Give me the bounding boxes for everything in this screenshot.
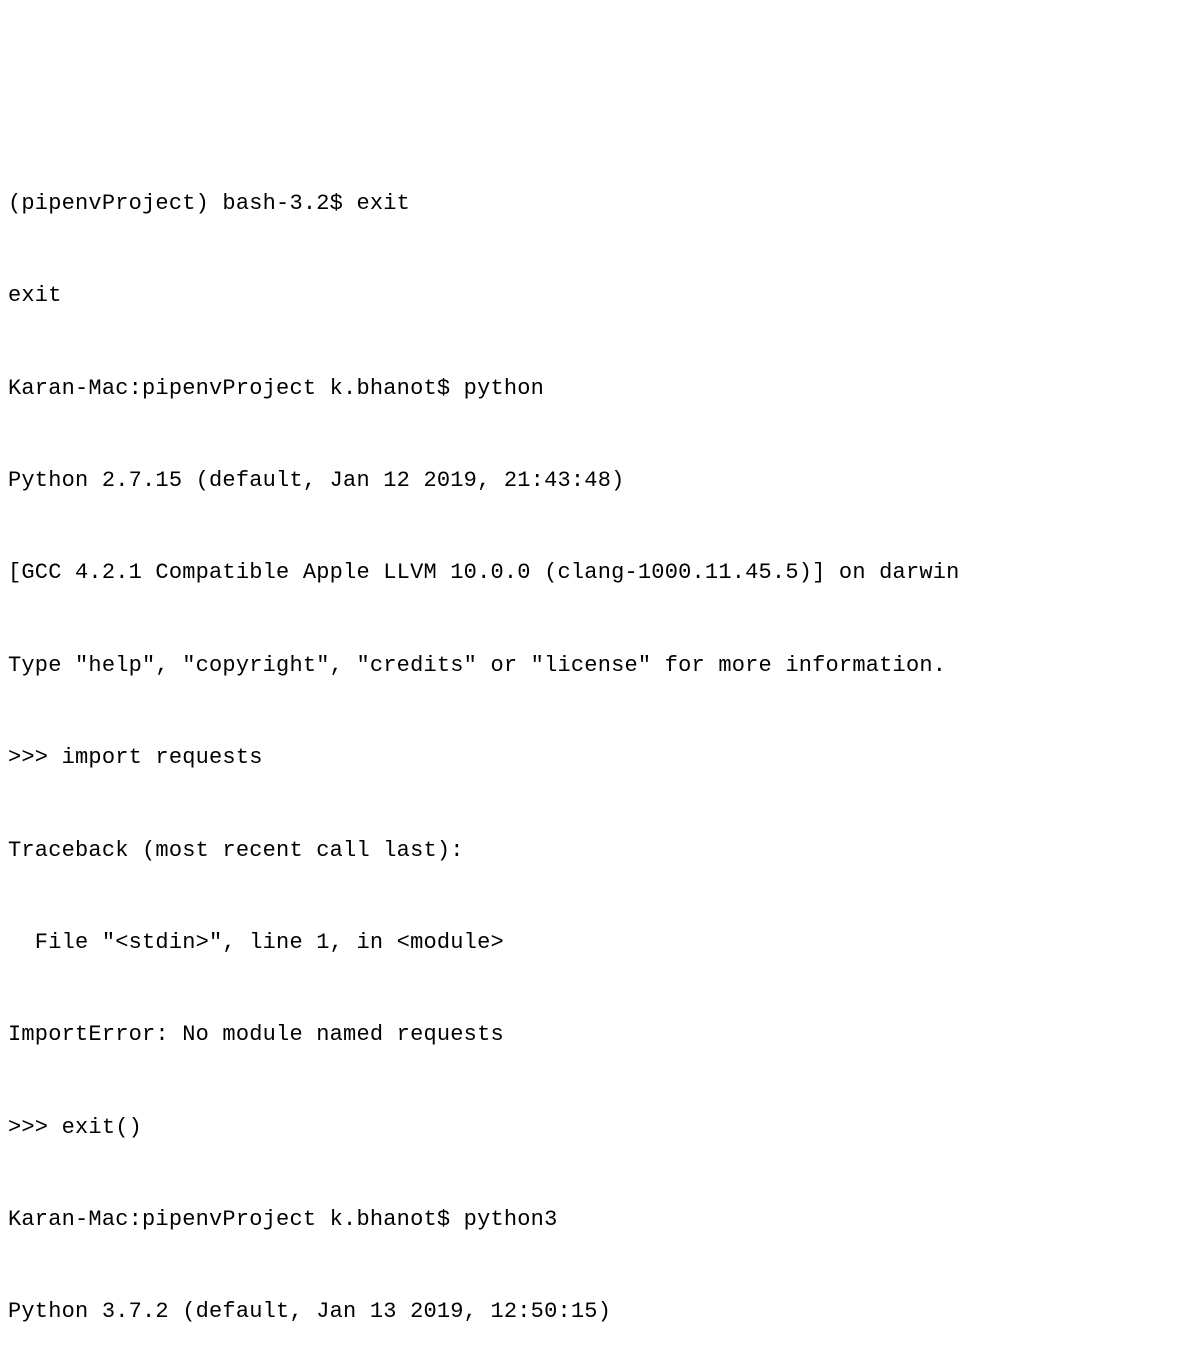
terminal-line: (pipenvProject) bash-3.2$ exit xyxy=(8,189,1192,220)
terminal-line: >>> exit() xyxy=(8,1113,1192,1144)
terminal-output[interactable]: (pipenvProject) bash-3.2$ exit exit Kara… xyxy=(8,127,1192,1362)
terminal-line: Karan-Mac:pipenvProject k.bhanot$ python… xyxy=(8,1205,1192,1236)
terminal-line: >>> import requests xyxy=(8,743,1192,774)
terminal-line: Karan-Mac:pipenvProject k.bhanot$ python xyxy=(8,374,1192,405)
terminal-line: Python 3.7.2 (default, Jan 13 2019, 12:5… xyxy=(8,1297,1192,1328)
terminal-line: Python 2.7.15 (default, Jan 12 2019, 21:… xyxy=(8,466,1192,497)
terminal-line: File "<stdin>", line 1, in <module> xyxy=(8,928,1192,959)
terminal-line: ImportError: No module named requests xyxy=(8,1020,1192,1051)
terminal-line: exit xyxy=(8,281,1192,312)
terminal-line: Type "help", "copyright", "credits" or "… xyxy=(8,651,1192,682)
terminal-line: [GCC 4.2.1 Compatible Apple LLVM 10.0.0 … xyxy=(8,558,1192,589)
terminal-line: Traceback (most recent call last): xyxy=(8,836,1192,867)
